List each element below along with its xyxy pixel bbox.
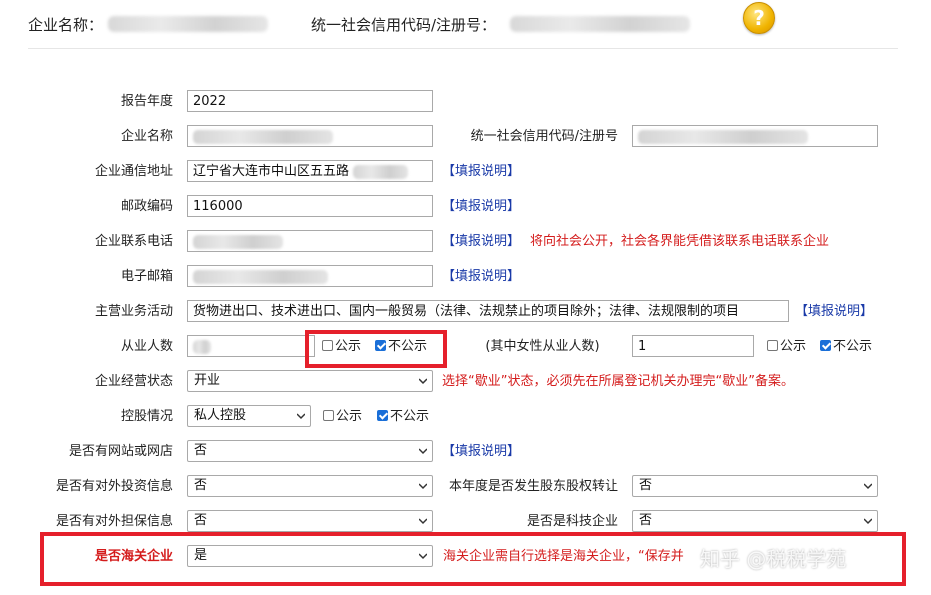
postcode-input[interactable]: 116000 [187, 195, 433, 217]
help-icon[interactable]: ? [743, 2, 775, 34]
customs-value: 是 [194, 548, 208, 563]
guarantee-select[interactable]: 否 [187, 510, 433, 532]
female-private-option[interactable]: 不公示 [820, 335, 872, 359]
status-note: 选择“歇业”状态，必须先在所属登记机关办理完“歇业”备案。 [442, 374, 794, 389]
address-label: 企业通信地址 [94, 164, 173, 179]
report-year-label: 报告年度 [120, 94, 173, 109]
employees-label: 从业人数 [120, 339, 173, 354]
employees-public-option[interactable]: 公示 [322, 335, 361, 359]
address-input[interactable]: 辽宁省大连市中山区五五路 [187, 160, 433, 182]
holding-label: 控股情况 [120, 409, 173, 424]
credit-code-input[interactable] [632, 125, 878, 147]
email-input[interactable] [187, 265, 433, 287]
equity-transfer-value: 否 [639, 478, 653, 493]
website-value: 否 [194, 443, 208, 458]
phone-note: 将向社会公开，社会各界能凭借该联系电话联系企业 [530, 234, 830, 249]
female-employees-label: (其中女性从业人数) [485, 339, 600, 354]
status-label: 企业经营状态 [94, 374, 173, 389]
customs-note: 海关企业需自行选择是海关企业，“保存并 [443, 549, 684, 564]
tech-select[interactable]: 否 [632, 510, 878, 532]
tech-label: 是否是科技企业 [526, 514, 618, 529]
tech-value: 否 [639, 513, 653, 528]
email-help-link[interactable]: 【填报说明】 [442, 265, 520, 289]
header-credit-code-label: 统一社会信用代码/注册号： [311, 16, 497, 34]
female-employees-input[interactable]: 1 [632, 335, 754, 357]
equity-transfer-select[interactable]: 否 [632, 475, 878, 497]
guarantee-value: 否 [194, 513, 208, 528]
email-label: 电子邮箱 [120, 269, 173, 284]
female-public-checkbox[interactable] [767, 340, 778, 351]
chevron-down-icon [864, 518, 872, 525]
female-public-option[interactable]: 公示 [767, 335, 806, 359]
employees-public-checkbox[interactable] [322, 340, 333, 351]
website-help-link[interactable]: 【填报说明】 [442, 440, 520, 464]
header-divider [28, 48, 898, 49]
holding-public-option[interactable]: 公示 [323, 405, 362, 429]
investment-value: 否 [194, 478, 208, 493]
holding-private-option[interactable]: 不公示 [377, 405, 429, 429]
phone-label: 企业联系电话 [94, 234, 173, 249]
employees-private-option[interactable]: 不公示 [375, 335, 427, 359]
header-company-name-redacted [108, 16, 268, 32]
holding-public-checkbox[interactable] [323, 410, 334, 421]
company-name-label: 企业名称 [120, 129, 173, 144]
postcode-help-link[interactable]: 【填报说明】 [442, 195, 520, 219]
phone-help-link[interactable]: 【填报说明】 [442, 230, 520, 254]
chevron-down-icon [419, 448, 427, 455]
company-name-input[interactable] [187, 125, 433, 147]
holding-private-checkbox[interactable] [377, 410, 388, 421]
chevron-down-icon [419, 553, 427, 560]
customs-label: 是否海关企业 [94, 549, 173, 564]
address-value: 辽宁省大连市中山区五五路 [193, 164, 350, 179]
chevron-down-icon [419, 483, 427, 490]
chevron-down-icon [419, 378, 427, 385]
equity-transfer-label: 本年度是否发生股东股权转让 [448, 479, 618, 494]
female-private-checkbox[interactable] [820, 340, 831, 351]
investment-select[interactable]: 否 [187, 475, 433, 497]
customs-select[interactable]: 是 [187, 545, 433, 567]
credit-code-label: 统一社会信用代码/注册号 [470, 129, 618, 144]
watermark: 知乎 @税税学苑 [700, 547, 847, 571]
investment-label: 是否有对外投资信息 [55, 479, 173, 494]
report-year-input[interactable]: 2022 [187, 90, 433, 112]
chevron-down-icon [297, 413, 305, 420]
holding-select[interactable]: 私人控股 [187, 405, 311, 427]
status-select[interactable]: 开业 [187, 370, 433, 392]
business-label: 主营业务活动 [94, 304, 173, 319]
header-credit-code-redacted [510, 16, 690, 32]
employees-input[interactable] [187, 335, 315, 357]
business-help-link[interactable]: 【填报说明】 [795, 300, 873, 324]
holding-value: 私人控股 [194, 408, 247, 423]
phone-input[interactable] [187, 230, 433, 252]
header-company-name-label: 企业名称： [28, 16, 104, 34]
website-label: 是否有网站或网店 [68, 444, 173, 459]
chevron-down-icon [864, 483, 872, 490]
website-select[interactable]: 否 [187, 440, 433, 462]
postcode-label: 邮政编码 [120, 199, 173, 214]
business-input[interactable]: 货物进出口、技术进出口、国内一般贸易（法律、法规禁止的项目除外；法律、法规限制的… [187, 300, 789, 322]
status-value: 开业 [194, 373, 221, 388]
address-help-link[interactable]: 【填报说明】 [442, 160, 520, 184]
employees-private-checkbox[interactable] [375, 340, 386, 351]
chevron-down-icon [419, 518, 427, 525]
guarantee-label: 是否有对外担保信息 [55, 514, 173, 529]
